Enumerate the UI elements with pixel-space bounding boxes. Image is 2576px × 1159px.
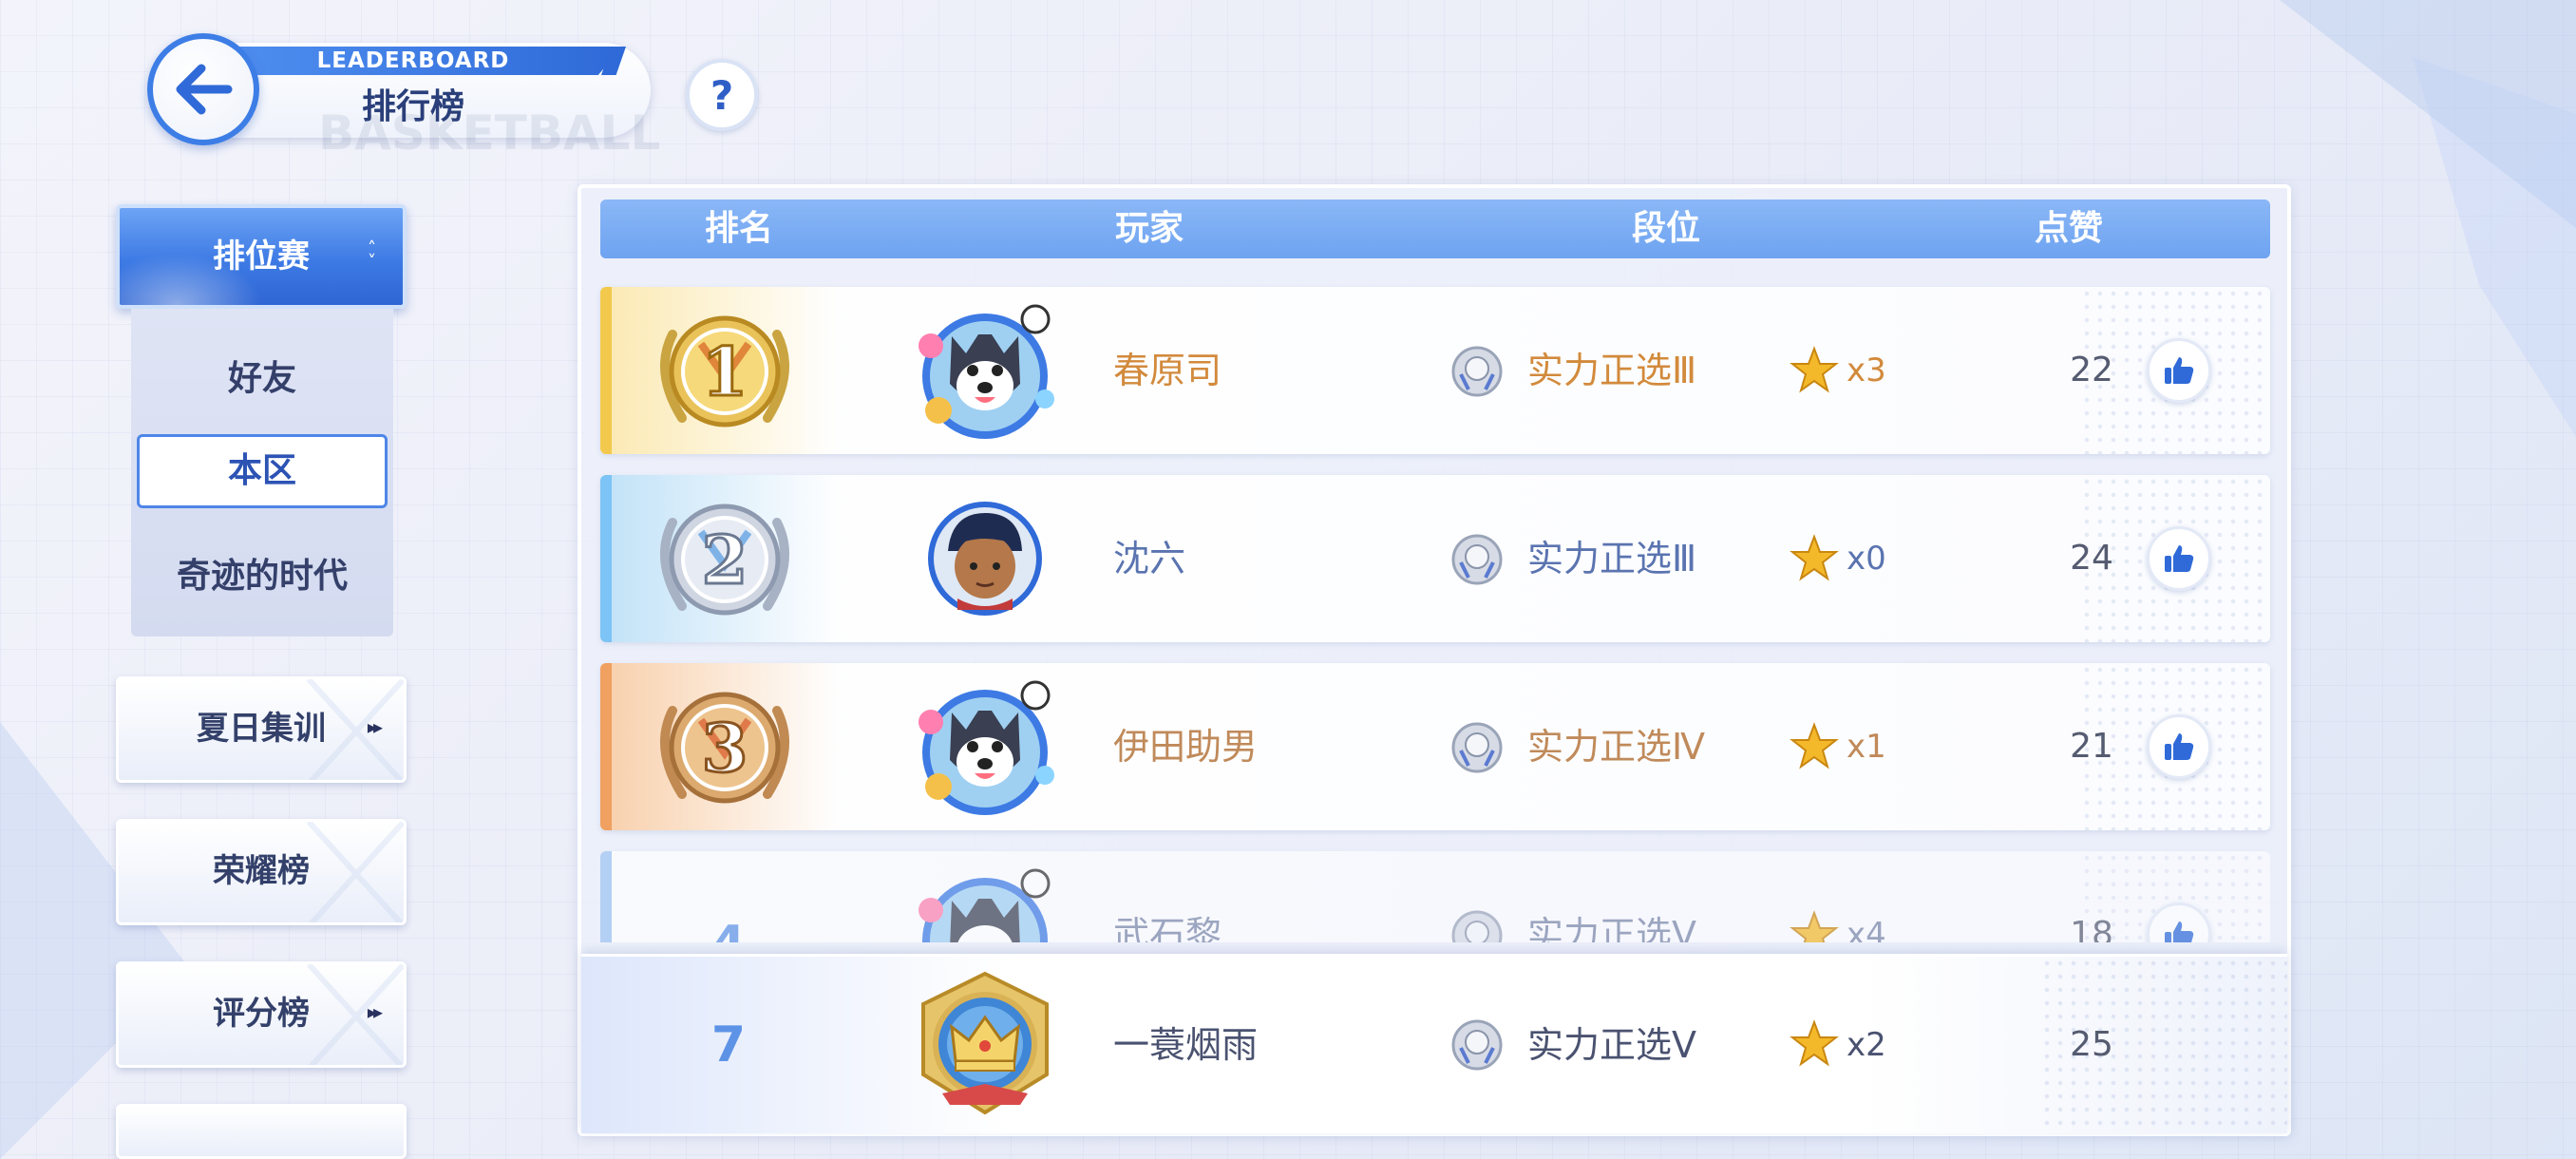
- silver-medal-icon: 2: [660, 504, 789, 616]
- row-accent: [600, 851, 612, 942]
- avatar[interactable]: [914, 861, 1056, 942]
- star-count: x4: [1847, 916, 1886, 942]
- row-accent: [600, 663, 612, 830]
- tab-honor-label: 荣耀榜: [213, 852, 310, 890]
- tier-label: 实力正选Ⅴ: [1527, 914, 1696, 942]
- tab-honor[interactable]: 荣耀榜: [116, 819, 407, 925]
- star-icon: [1790, 1019, 1839, 1067]
- tier-label: 实力正选Ⅲ: [1527, 350, 1697, 391]
- player-name: 春原司: [1113, 350, 1222, 391]
- col-tier: 段位: [1632, 209, 1701, 248]
- star-icon: [1790, 346, 1839, 393]
- help-button[interactable]: ?: [686, 59, 758, 131]
- tab-summer-training-label: 夏日集训: [197, 710, 326, 748]
- medal-rank: 3: [702, 709, 748, 788]
- my-avatar[interactable]: [914, 970, 1056, 1118]
- my-star-count: x2: [1847, 1026, 1886, 1064]
- like-button[interactable]: [2147, 714, 2211, 779]
- tier-badge-icon: [1451, 910, 1503, 942]
- sub-item-server[interactable]: 本区: [137, 434, 388, 508]
- like-count: 18: [2070, 915, 2113, 942]
- tier-badge-icon: [1451, 1019, 1503, 1071]
- my-tier: 实力正选Ⅴ: [1527, 1024, 1696, 1066]
- tier-label: 实力正选Ⅲ: [1527, 538, 1697, 580]
- col-player: 玩家: [1115, 209, 1184, 248]
- col-likes: 点赞: [2035, 209, 2104, 248]
- tab-rating[interactable]: 评分榜 ▸▸: [116, 961, 407, 1068]
- crown-badge-icon: [921, 971, 1049, 1115]
- star-icon: [1790, 910, 1839, 942]
- thumbs-up-icon: [2165, 357, 2194, 384]
- back-arrow-icon: [176, 64, 233, 115]
- avatar[interactable]: [914, 484, 1056, 633]
- ranked-sub-menu: 好友 本区 奇迹的时代: [131, 309, 393, 636]
- table-row[interactable]: 2 沈六 实力正选Ⅲ x0 24: [600, 475, 2270, 642]
- header: BASKETBALL LEADERBOARD 排行榜: [147, 33, 660, 161]
- table-row[interactable]: 3 伊田助男 实力正选Ⅳ x1 21: [600, 663, 2270, 830]
- like-button[interactable]: [2147, 338, 2211, 403]
- dog-avatar-icon: [919, 680, 1054, 815]
- thumbs-up-icon: [2165, 922, 2194, 942]
- tab-summer-training[interactable]: 夏日集训 ▸▸: [116, 676, 407, 783]
- like-count: 24: [2070, 539, 2113, 578]
- like-count: 21: [2070, 727, 2113, 766]
- expand-arrow-icon: ▸▸: [367, 1000, 383, 1023]
- gold-medal-icon: 1: [660, 315, 789, 428]
- tab-rating-label: 评分榜: [213, 995, 310, 1033]
- bronze-medal-icon: 3: [660, 692, 789, 804]
- question-icon: ?: [710, 71, 734, 119]
- star-icon: [1790, 534, 1839, 581]
- my-like-count: 25: [2070, 1025, 2113, 1064]
- col-rank: 排名: [705, 209, 774, 248]
- my-rank-number: 7: [710, 1016, 747, 1074]
- page-title: 排行榜: [361, 87, 464, 126]
- my-rank-row[interactable]: 7 一蓑烟雨 实力正选Ⅴ x2 25: [581, 954, 2287, 1133]
- table-row[interactable]: 1 春原司 实力正选Ⅲ x3 22: [600, 287, 2270, 454]
- like-count: 22: [2070, 351, 2113, 390]
- tab-ranked[interactable]: 排位赛 ˄ ˅: [116, 204, 407, 309]
- sub-item-friends[interactable]: 好友: [131, 351, 393, 400]
- column-header: 排名 玩家 段位 点赞: [600, 200, 2270, 258]
- like-button[interactable]: [2147, 526, 2211, 591]
- dog-avatar-icon: [919, 304, 1054, 439]
- scroll-clip: 4 武石黎 实力正选Ⅴ x4 18: [600, 847, 2270, 942]
- expand-arrow-icon: ▸▸: [367, 715, 383, 738]
- tier-label: 实力正选Ⅳ: [1527, 726, 1706, 768]
- player-name: 武石黎: [1113, 914, 1222, 942]
- title-en: LEADERBOARD: [316, 48, 510, 73]
- thumbs-up-icon: [2165, 545, 2194, 572]
- tab-ranked-label: 排位赛: [213, 238, 310, 276]
- star-count: x1: [1847, 728, 1886, 766]
- tier-badge-icon: [1451, 722, 1503, 773]
- row-accent: [600, 475, 612, 642]
- medal-rank: 2: [702, 521, 748, 599]
- rank-number: 4: [695, 861, 762, 942]
- tier-badge-icon: [1451, 346, 1503, 397]
- player-avatar-icon: [928, 502, 1042, 616]
- avatar[interactable]: [914, 296, 1056, 445]
- avatar[interactable]: [914, 673, 1056, 821]
- back-button[interactable]: [147, 33, 259, 145]
- medal-rank: 1: [702, 332, 748, 411]
- row-accent: [600, 287, 612, 454]
- chevron-down-icon: ˄ ˅: [368, 238, 376, 272]
- star-icon: [1790, 722, 1839, 770]
- player-name: 沈六: [1113, 538, 1186, 580]
- tier-badge-icon: [1451, 534, 1503, 585]
- star-count: x3: [1847, 352, 1886, 390]
- my-name: 一蓑烟雨: [1113, 1024, 1259, 1066]
- sub-item-miracle-era[interactable]: 奇迹的时代: [131, 548, 393, 598]
- dog-avatar-icon: [919, 868, 1051, 942]
- star-count: x0: [1847, 540, 1886, 578]
- player-name: 伊田助男: [1113, 726, 1259, 768]
- table-row[interactable]: 4 武石黎 实力正选Ⅴ x4 18: [600, 851, 2270, 942]
- thumbs-up-icon: [2165, 733, 2194, 760]
- tab-more[interactable]: [116, 1104, 407, 1159]
